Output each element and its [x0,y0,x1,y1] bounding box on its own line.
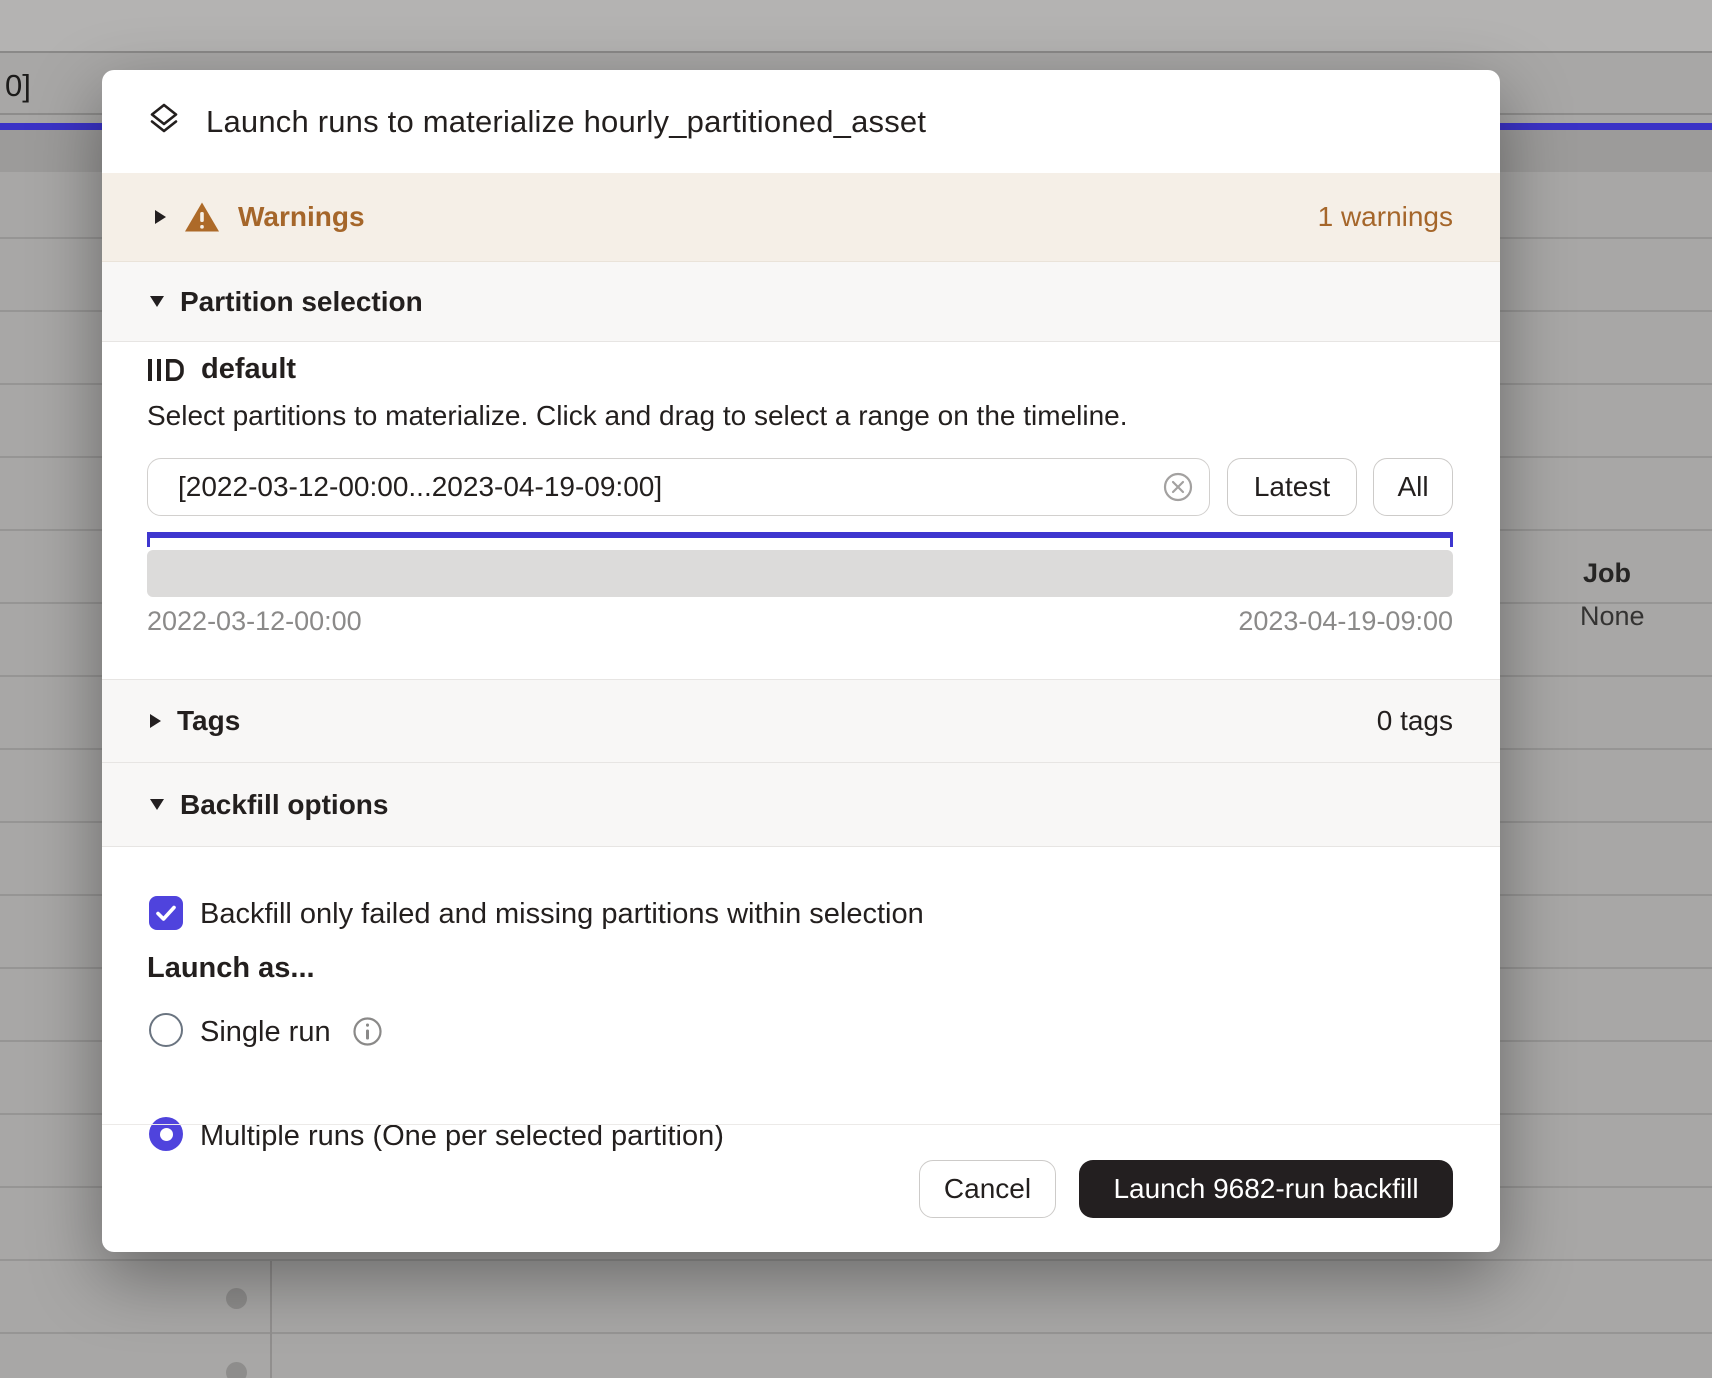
partition-range-input[interactable] [147,458,1210,516]
multiple-runs-radio[interactable] [149,1117,183,1151]
dialog-header: Launch runs to materialize hourly_partit… [102,70,1500,173]
single-run-label[interactable]: Single run [200,1016,331,1049]
partition-selection-label: Partition selection [180,286,423,318]
tags-section-header[interactable]: Tags 0 tags [102,679,1500,763]
partition-selection-description: Select partitions to materialize. Click … [147,400,1128,432]
caret-down-icon [150,296,164,307]
launch-as-label: Launch as... [147,952,315,985]
partition-timeline[interactable] [147,550,1453,597]
radio-dot [160,1128,173,1141]
single-run-radio[interactable] [149,1013,183,1047]
background-toolbar [0,0,1712,53]
warning-triangle-icon [184,201,220,233]
timeline-selection-bracket [147,532,1453,547]
caret-right-icon [155,210,166,224]
footer-divider [102,1124,1500,1125]
info-icon[interactable] [352,1016,383,1047]
partition-dimension-name: default [201,353,296,386]
backfill-only-failed-label[interactable]: Backfill only failed and missing partiti… [200,898,924,931]
caret-right-icon [150,714,161,728]
warnings-count: 1 warnings [1318,201,1453,233]
tags-label: Tags [177,705,240,737]
clear-input-icon[interactable] [1162,471,1194,503]
latest-button[interactable]: Latest [1227,458,1357,516]
backfill-options-section-header[interactable]: Backfill options [102,763,1500,847]
timeline-start-label: 2022-03-12-00:00 [147,606,362,637]
backfill-options-label: Backfill options [180,789,388,821]
launch-backfill-button[interactable]: Launch 9682-run backfill [1079,1160,1453,1218]
background-column-divider [270,1261,272,1378]
partition-selection-section-header[interactable]: Partition selection [102,262,1500,342]
tags-count: 0 tags [1377,705,1453,737]
dialog-title: Launch runs to materialize hourly_partit… [206,104,926,140]
background-status-dot [226,1362,247,1378]
background-job-column-value: None [1580,601,1645,632]
partition-dimension-row: default [147,353,296,386]
caret-down-icon [150,799,164,810]
materialize-icon [146,101,182,142]
partition-icon [147,356,185,384]
all-button[interactable]: All [1373,458,1453,516]
timeline-end-label: 2023-04-19-09:00 [1238,606,1453,637]
warnings-section-header[interactable]: Warnings 1 warnings [102,173,1500,262]
background-job-column-header: Job [1583,558,1631,589]
cancel-button[interactable]: Cancel [919,1160,1056,1218]
check-icon [153,900,179,926]
warnings-label: Warnings [238,201,365,233]
background-status-dot [226,1288,247,1309]
background-partial-input-text: 0] [5,68,31,104]
launch-backfill-dialog: Launch runs to materialize hourly_partit… [102,70,1500,1252]
backfill-only-failed-checkbox[interactable] [149,896,183,930]
